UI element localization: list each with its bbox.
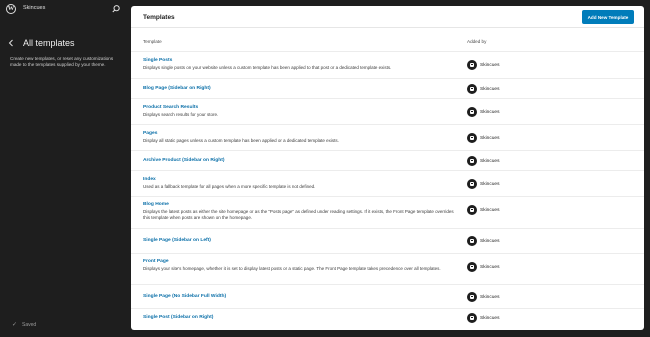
saved-status: ✓ Saved (12, 321, 37, 329)
table-row: Single Posts Displays single posts on yo… (131, 51, 644, 78)
check-icon: ✓ (12, 322, 18, 328)
template-name-link[interactable]: Pages (143, 131, 157, 136)
table-row: Product Search Results Displays search r… (131, 98, 644, 124)
template-description: Displays the latest posts as either the … (143, 209, 454, 221)
template-description: Display all static pages unless a custom… (143, 138, 339, 143)
template-name-link[interactable]: Single Page (No Sidebar Full Width) (143, 294, 226, 299)
wordpress-logo-icon[interactable]: W (6, 4, 16, 14)
author-name: Skincues (480, 158, 500, 164)
template-name-link[interactable]: Archive Product (Sidebar on Right) (143, 158, 225, 163)
template-description: Used as a fallback template for all page… (143, 184, 316, 189)
template-author: Skincues (467, 84, 499, 94)
template-name-link[interactable]: Blog Home (143, 202, 169, 207)
sidebar-title: All templates (23, 38, 75, 48)
author-name: Skincues (480, 294, 500, 300)
template-description: Displays single posts on your website un… (143, 65, 392, 70)
template-author-icon (467, 262, 477, 272)
search-icon[interactable] (111, 4, 121, 14)
author-name: Skincues (480, 264, 500, 270)
table-row: Front Page Displays your site's homepage… (131, 253, 644, 284)
template-author: Skincues (467, 179, 499, 189)
table-row: Blog Page (Sidebar on Right) Skincues (131, 78, 644, 98)
author-name: Skincues (480, 86, 500, 92)
panel-header: Templates Add New Template (131, 6, 644, 28)
template-author: Skincues (467, 262, 499, 272)
template-author: Skincues (467, 107, 499, 117)
page-title: Templates (143, 14, 175, 21)
template-author-icon (467, 107, 477, 117)
table-row: Single Post (Sidebar on Right) Skincues (131, 308, 644, 330)
author-name: Skincues (480, 62, 500, 68)
saved-label: Saved (22, 321, 37, 328)
template-name-link[interactable]: Single Posts (143, 58, 172, 63)
table-row: Pages Display all static pages unless a … (131, 124, 644, 150)
sidebar-topbar: W Skincues (0, 0, 131, 18)
table-row: Blog Home Displays the latest posts as e… (131, 196, 644, 228)
template-author-icon (467, 133, 477, 143)
table-row: Archive Product (Sidebar on Right) Skinc… (131, 150, 644, 170)
sidebar-description: Create new templates, or reset any custo… (10, 56, 114, 68)
template-author-icon (467, 84, 477, 94)
template-author-icon (467, 205, 477, 215)
template-name-link[interactable]: Single Page (Sidebar on Left) (143, 238, 211, 243)
column-header-template: Template (143, 39, 162, 44)
template-author-icon (467, 179, 477, 189)
template-author: Skincues (467, 205, 499, 215)
template-name-link[interactable]: Product Search Results (143, 105, 198, 110)
template-author: Skincues (467, 313, 499, 323)
table-row: Single Page (Sidebar on Left) Skincues (131, 228, 644, 253)
table-row: Index Used as a fallback template for al… (131, 170, 644, 196)
template-author-icon (467, 236, 477, 246)
chevron-left-icon[interactable] (7, 38, 15, 48)
author-name: Skincues (480, 315, 500, 321)
template-author-icon (467, 60, 477, 70)
template-author: Skincues (467, 156, 499, 166)
templates-panel: Templates Add New Template Template Adde… (131, 6, 644, 330)
author-name: Skincues (480, 109, 500, 115)
site-name[interactable]: Skincues (23, 5, 45, 11)
template-author-icon (467, 292, 477, 302)
author-name: Skincues (480, 181, 500, 187)
template-description: Displays search results for your store. (143, 112, 219, 117)
template-author: Skincues (467, 292, 499, 302)
template-description: Displays your site's homepage, whether i… (143, 266, 441, 271)
template-author: Skincues (467, 60, 499, 70)
template-name-link[interactable]: Single Post (Sidebar on Right) (143, 315, 213, 320)
template-name-link[interactable]: Blog Page (Sidebar on Right) (143, 86, 211, 91)
template-author-icon (467, 313, 477, 323)
add-new-template-button[interactable]: Add New Template (582, 10, 634, 24)
column-header-added-by: Added by (467, 39, 487, 44)
template-author: Skincues (467, 133, 499, 143)
template-name-link[interactable]: Index (143, 177, 156, 182)
author-name: Skincues (480, 238, 500, 244)
template-name-link[interactable]: Front Page (143, 259, 169, 264)
author-name: Skincues (480, 135, 500, 141)
templates-table: Single Posts Displays single posts on yo… (131, 51, 644, 330)
template-author-icon (467, 156, 477, 166)
author-name: Skincues (480, 207, 500, 213)
template-author: Skincues (467, 236, 499, 246)
table-row: Single Page (No Sidebar Full Width) Skin… (131, 284, 644, 308)
